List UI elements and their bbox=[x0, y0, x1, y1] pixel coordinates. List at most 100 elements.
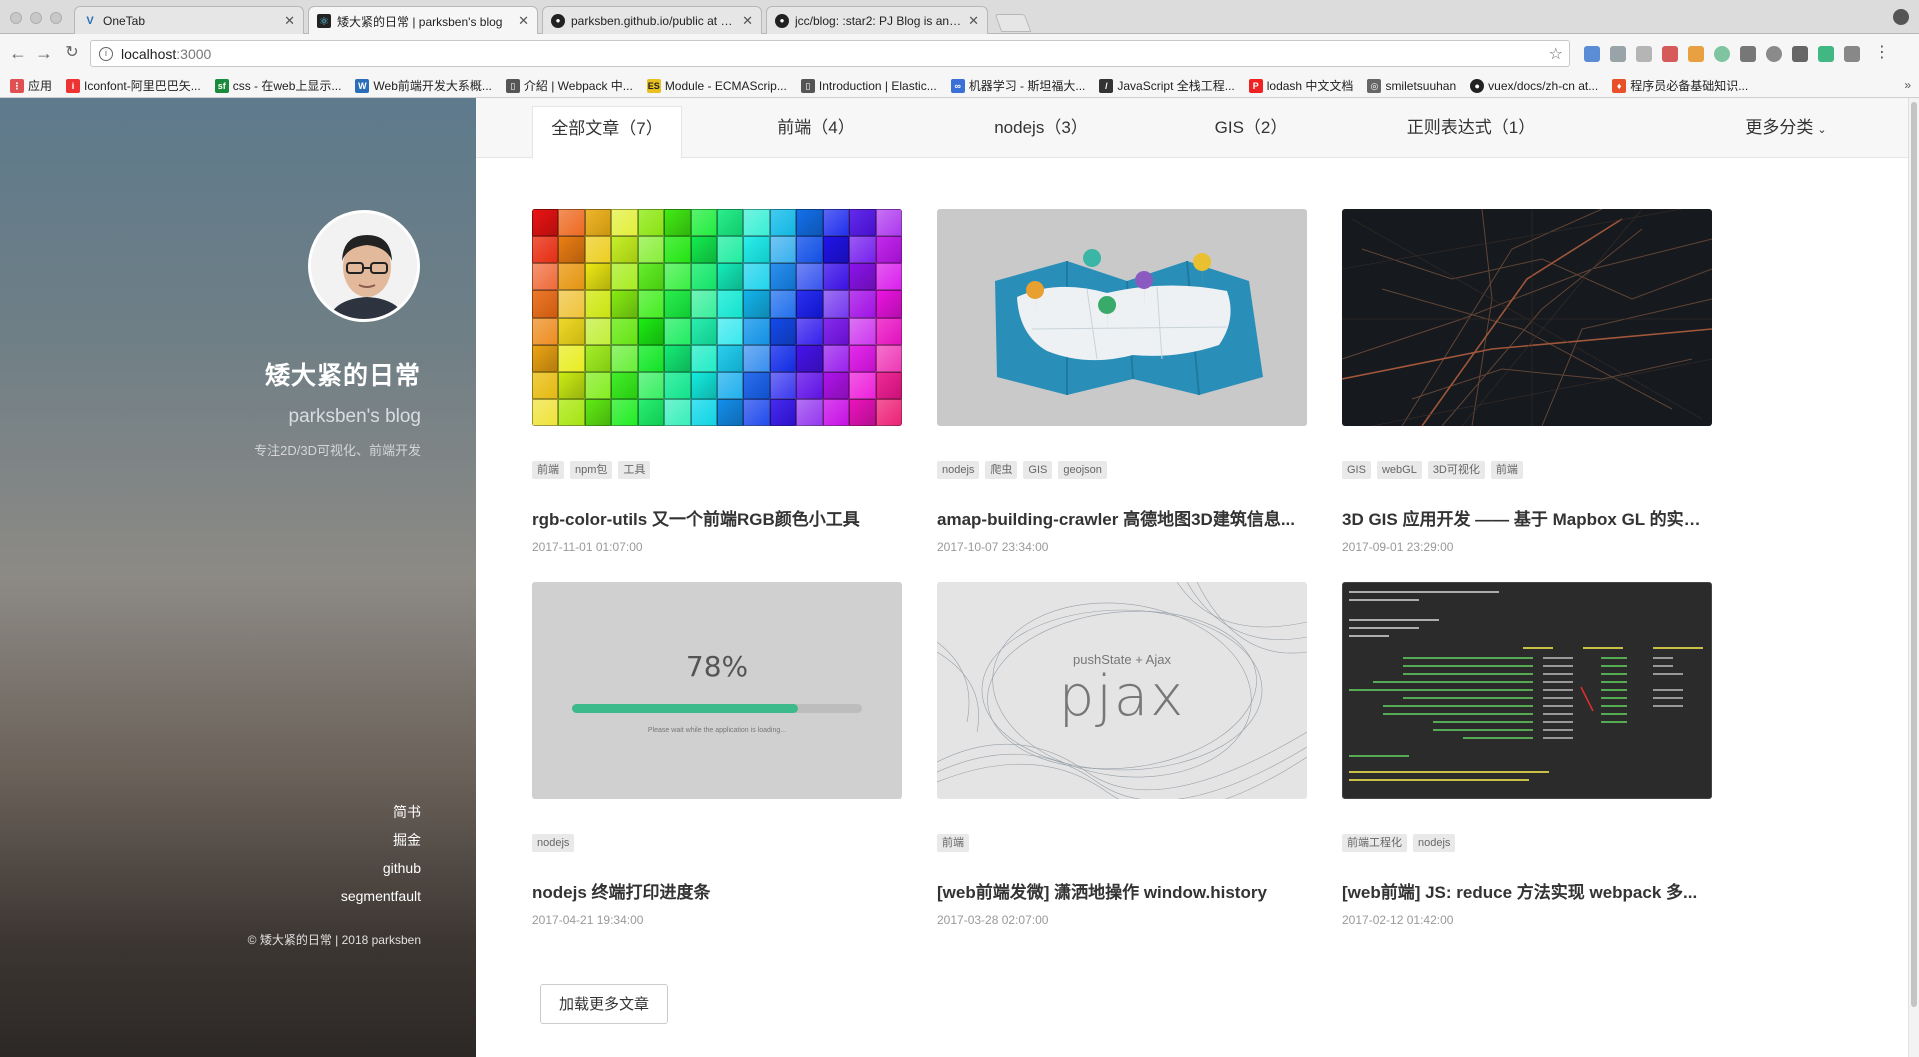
bookmark-item[interactable]: i Iconfont-阿里巴巴矢... bbox=[66, 77, 201, 94]
color-cube bbox=[584, 263, 612, 291]
post-thumbnail[interactable] bbox=[1342, 209, 1712, 426]
browser-tab[interactable]: ● jcc/blog: :star2: PJ Blog is an o... ✕ bbox=[766, 6, 988, 34]
close-window-button[interactable] bbox=[10, 12, 22, 24]
bookmark-item[interactable]: Plodash 中文文档 bbox=[1248, 77, 1353, 94]
browser-tab[interactable]: ● parksben.github.io/public at b... ✕ bbox=[542, 6, 762, 34]
tag[interactable]: 前端 bbox=[937, 834, 969, 852]
close-tab-icon[interactable]: ✕ bbox=[518, 13, 529, 29]
tag[interactable]: 3D可视化 bbox=[1427, 461, 1485, 479]
color-cube bbox=[875, 209, 902, 237]
tag[interactable]: GIS bbox=[1023, 461, 1053, 479]
load-more-button[interactable]: 加载更多文章 bbox=[540, 984, 668, 1024]
browser-tab[interactable]: V OneTab ✕ bbox=[74, 6, 304, 34]
funnel-extension-icon[interactable] bbox=[1610, 46, 1626, 62]
post-card[interactable]: 前端工程化 nodejs [web前端] JS: reduce 方法实现 web… bbox=[1342, 582, 1712, 927]
tab-nodejs[interactable]: nodejs（3） bbox=[966, 106, 1116, 159]
scrollbar-thumb[interactable] bbox=[1911, 102, 1917, 1007]
extension-icon[interactable] bbox=[1688, 46, 1704, 62]
bookmarks-overflow-button[interactable]: » bbox=[1904, 78, 1911, 92]
close-tab-icon[interactable]: ✕ bbox=[968, 13, 979, 29]
translate-extension-icon[interactable] bbox=[1584, 46, 1600, 62]
profile-icon[interactable] bbox=[1893, 9, 1909, 25]
post-thumbnail[interactable]: 78% Please wait while the application is… bbox=[532, 582, 902, 799]
bookmark-star-icon[interactable]: ☆ bbox=[1549, 44, 1563, 64]
bookmark-item[interactable]: / JavaScript 全栈工程... bbox=[1099, 77, 1235, 94]
bookmark-item[interactable]: ES Module - ECMAScrip... bbox=[646, 78, 787, 93]
page-scrollbar[interactable] bbox=[1908, 98, 1919, 1057]
tag[interactable]: webGL bbox=[1376, 461, 1422, 479]
tag[interactable]: GIS bbox=[1342, 461, 1371, 479]
address-bar[interactable]: i localhost:3000 ☆ bbox=[90, 40, 1570, 67]
post-card[interactable]: GIS webGL 3D可视化 前端 3D GIS 应用开发 —— 基于 Map… bbox=[1342, 209, 1712, 554]
tab-regex[interactable]: 正则表达式（1） bbox=[1376, 106, 1566, 159]
tag[interactable]: nodejs bbox=[532, 834, 575, 852]
post-card[interactable]: 78% Please wait while the application is… bbox=[532, 582, 902, 927]
tag[interactable]: 前端工程化 bbox=[1342, 834, 1407, 852]
tab-gis[interactable]: GIS（2） bbox=[1186, 106, 1316, 159]
extension-icon[interactable] bbox=[1714, 46, 1730, 62]
extension-icon[interactable] bbox=[1766, 46, 1782, 62]
bookmark-item[interactable]: ∞ 机器学习 - 斯坦福大... bbox=[950, 77, 1085, 94]
bookmark-item[interactable]: ◎ smiletsuuhan bbox=[1367, 78, 1456, 93]
color-cube bbox=[743, 398, 770, 426]
bookmark-item[interactable]: ● vuex/docs/zh-cn at... bbox=[1470, 78, 1598, 93]
post-card[interactable]: 前端 npm包 工具 rgb-color-utils 又一个前端RGB颜色小工具… bbox=[532, 209, 902, 554]
vue-devtools-icon[interactable] bbox=[1818, 46, 1834, 62]
tag[interactable]: geojson bbox=[1058, 461, 1107, 479]
tab-more-categories[interactable]: 更多分类 ⌄ bbox=[1726, 106, 1846, 159]
close-tab-icon[interactable]: ✕ bbox=[284, 13, 295, 29]
tag[interactable]: 工具 bbox=[618, 461, 651, 479]
post-date: 2017-03-28 02:07:00 bbox=[937, 913, 1049, 927]
segmentfault-link[interactable]: segmentfault bbox=[341, 882, 421, 910]
tag[interactable]: 前端 bbox=[532, 461, 564, 479]
post-thumbnail[interactable] bbox=[1342, 582, 1712, 799]
bookmark-item[interactable]: ♦ 程序员必备基础知识... bbox=[1612, 77, 1748, 94]
post-title[interactable]: [web前端发微] 潇洒地操作 window.history bbox=[937, 878, 1307, 903]
minimize-window-button[interactable] bbox=[30, 12, 42, 24]
post-card[interactable]: nodejs 爬虫 GIS geojson amap-building-craw… bbox=[937, 209, 1307, 554]
github-link[interactable]: github bbox=[341, 854, 421, 882]
browser-tab-active[interactable]: ⚛ 矮大紧的日常 | parksben's blog ✕ bbox=[308, 6, 538, 35]
info-icon[interactable]: i bbox=[99, 46, 113, 61]
post-title[interactable]: amap-building-crawler 高德地图3D建筑信息... bbox=[937, 505, 1307, 530]
bookmark-item[interactable]: ▯ Introduction | Elastic... bbox=[800, 78, 937, 93]
bookmark-item[interactable]: ▯ 介紹 | Webpack 中... bbox=[505, 77, 633, 94]
avatar[interactable] bbox=[308, 210, 420, 322]
bookmark-item[interactable]: sf css - 在web上显示... bbox=[214, 77, 341, 94]
post-title[interactable]: nodejs 终端打印进度条 bbox=[532, 878, 902, 903]
tab-all-posts[interactable]: 全部文章（7） bbox=[532, 106, 682, 159]
post-thumbnail[interactable]: pushState + Ajax pjax bbox=[937, 582, 1307, 799]
tag[interactable]: 爬虫 bbox=[985, 461, 1018, 479]
menu-icon[interactable]: ⋮ bbox=[1874, 45, 1890, 62]
extension-icon[interactable] bbox=[1662, 46, 1678, 62]
extension-icon[interactable] bbox=[1740, 46, 1756, 62]
reload-icon[interactable]: ↻ bbox=[62, 43, 82, 63]
bookmark-item[interactable]: W Web前端开发大系概... bbox=[355, 77, 492, 94]
extension-icon[interactable] bbox=[1844, 46, 1860, 62]
tag[interactable]: nodejs bbox=[1413, 834, 1456, 852]
color-cube bbox=[875, 398, 902, 426]
post-card[interactable]: pushState + Ajax pjax 前端 [web前端发微] 潇洒地操作… bbox=[937, 582, 1307, 927]
post-title[interactable]: rgb-color-utils 又一个前端RGB颜色小工具 bbox=[532, 505, 902, 530]
maximize-window-button[interactable] bbox=[50, 12, 62, 24]
color-cube bbox=[611, 317, 638, 345]
camera-extension-icon[interactable] bbox=[1792, 46, 1808, 62]
extension-icon[interactable] bbox=[1636, 46, 1652, 62]
post-thumbnail[interactable] bbox=[937, 209, 1307, 426]
new-tab-button[interactable] bbox=[994, 14, 1032, 32]
tag[interactable]: nodejs bbox=[937, 461, 980, 479]
color-cube bbox=[690, 344, 717, 372]
juejin-link[interactable]: 掘金 bbox=[341, 826, 421, 854]
back-arrow-icon[interactable]: ← bbox=[8, 43, 28, 63]
jianshu-link[interactable]: 简书 bbox=[341, 798, 421, 826]
post-title[interactable]: 3D GIS 应用开发 —— 基于 Mapbox GL 的实践... bbox=[1342, 505, 1712, 530]
post-title[interactable]: [web前端] JS: reduce 方法实现 webpack 多... bbox=[1342, 878, 1712, 903]
tag[interactable]: npm包 bbox=[570, 461, 613, 479]
tag[interactable]: 前端 bbox=[1490, 461, 1523, 479]
bookmark-apps[interactable]: ⋮ 应用 bbox=[10, 77, 52, 94]
color-cube bbox=[849, 398, 876, 426]
forward-arrow-icon[interactable]: → bbox=[34, 43, 54, 63]
close-tab-icon[interactable]: ✕ bbox=[742, 13, 753, 29]
tab-frontend[interactable]: 前端（4） bbox=[736, 106, 896, 159]
post-thumbnail[interactable] bbox=[532, 209, 902, 426]
